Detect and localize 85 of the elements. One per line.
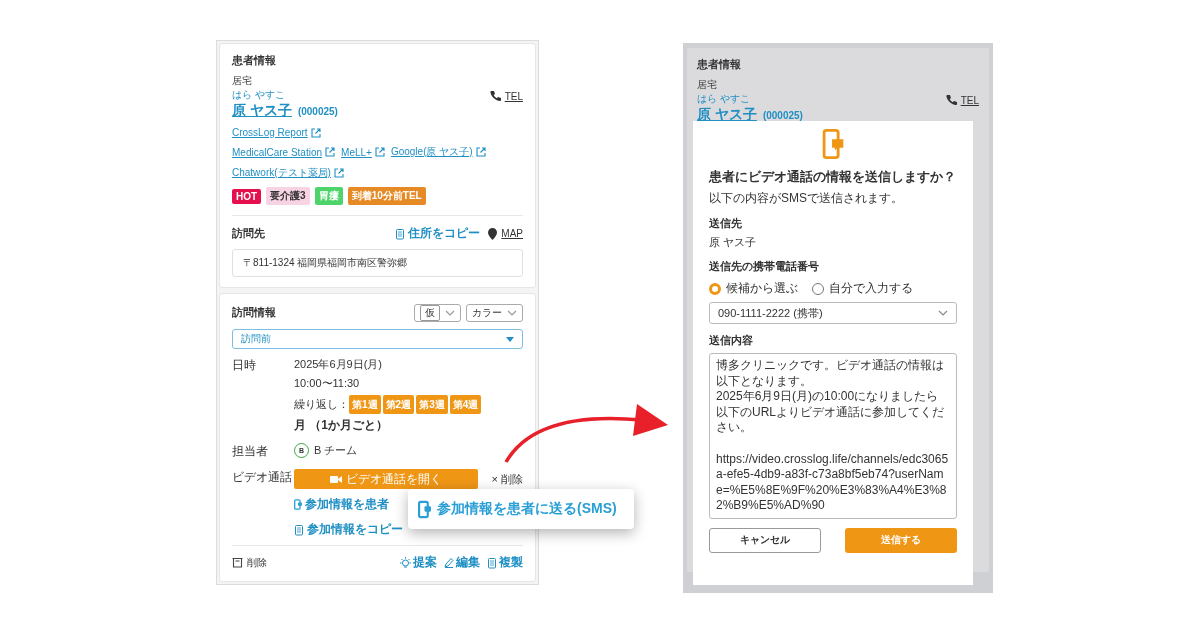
external-link[interactable]: MeLL+ [341,146,372,158]
phone-select[interactable]: 090-1111-2222 (携帯) [709,302,957,324]
external-link-icon [325,147,336,157]
tel-link[interactable]: TEL [504,90,523,102]
repeat-interval: 月 （1か月ごと） [294,417,389,434]
visit-time: 10:00〜11:30 [294,376,361,391]
copy-info-link[interactable]: 参加情報をコピー [307,521,403,538]
visit-date: 2025年6月9日(月) [294,357,384,372]
patient-kana: はら やすこ [697,92,751,106]
duplicate-link[interactable]: 複製 [499,554,523,571]
send-button[interactable]: 送信する [845,527,957,553]
send-info-link[interactable]: 参加情報を患者 [305,496,389,513]
phone-icon [489,90,501,102]
external-link[interactable]: Chatwork(テスト薬局) [232,166,331,180]
repeat-label: 繰り返し： [294,397,349,412]
section-title: 患者情報 [697,58,742,72]
copy-icon [395,227,406,240]
phone-icon [945,94,957,106]
copy-icon [294,523,304,536]
delete-video-link[interactable]: × 削除 [491,471,523,487]
external-link-icon [374,147,385,157]
field-label: 日時 [232,357,257,374]
residence-label: 居宅 [232,74,253,88]
map-link[interactable]: MAP [501,228,523,239]
radio-label[interactable]: 候補から選ぶ [726,280,798,297]
trash-icon [232,557,243,568]
status-select[interactable]: 訪問前 [232,329,523,349]
delete-link[interactable]: 削除 [247,555,267,570]
patient-name-link[interactable]: 原 ヤス子 [697,106,757,124]
phone-send-icon [418,499,431,519]
phone-chat-icon [822,129,844,159]
edit-link[interactable]: 編集 [456,554,480,571]
week-tag: 第2週 [382,395,415,414]
phone-send-icon [294,499,302,510]
week-tag: 第1週 [349,395,381,414]
field-label: ビデオ通話 [232,469,293,486]
section-title: 患者情報 [232,54,277,68]
recipient-name: 原 ヤス子 [709,235,758,250]
section-title: 訪問先 [232,226,265,241]
patient-name-link[interactable]: 原 ヤス子 [232,102,292,120]
external-link-icon [333,168,344,178]
field-label: 担当者 [232,443,269,460]
chevron-down-icon [507,310,517,316]
field-label: 送信先 [709,216,743,231]
chevron-down-icon [938,310,948,316]
copy-icon [487,556,497,569]
pencil-icon [444,557,454,568]
week-tag: 第4週 [449,395,482,414]
tag: 到着10分前TEL [347,187,426,205]
tag: HOT [232,188,262,204]
section-title: 訪問情報 [232,306,276,320]
external-link[interactable]: Google(原 ヤス子) [390,145,473,159]
chevron-down-icon [445,310,455,316]
color-select[interactable]: カラー [466,304,523,322]
open-video-button[interactable]: ビデオ通話を開く [294,469,478,489]
external-link[interactable]: CrossLog Report [232,127,308,138]
radio-label[interactable]: 自分で入力する [829,280,913,297]
tentative-select[interactable]: 仮 [414,304,461,322]
dialog-subtitle: 以下の内容がSMSで送信されます。 [709,190,904,207]
map-pin-icon [488,227,498,240]
send-sms-tooltip[interactable]: 参加情報を患者に送る(SMS) [408,489,634,529]
external-link-icon [475,147,486,157]
tag: 要介護3 [266,187,310,205]
tag: 胃瘻 [314,187,343,205]
address-field: 〒811-1324 福岡県福岡市南区警弥郷 [232,249,523,277]
dialog-title: 患者にビデオ通話の情報を送信しますか？ [709,168,957,186]
patient-kana: はら やすこ [232,88,286,102]
field-label: 送信内容 [709,333,754,348]
patient-id: (000025) [762,109,803,121]
video-camera-icon [330,474,342,484]
copy-address-link[interactable]: 住所をコピー [408,225,481,242]
suggest-link[interactable]: 提案 [413,554,437,571]
external-link[interactable]: MedicalCare Station [232,146,323,158]
dropdown-arrow-icon [506,336,514,342]
staff-name: B チーム [314,443,358,458]
patient-id: (000025) [297,105,338,117]
tel-link[interactable]: TEL [960,94,979,106]
cancel-button[interactable]: キャンセル [709,527,821,553]
message-field[interactable]: 博多クリニックです。ビデオ通話の情報は以下となります。 2025年6月9日(月)の10:00になりましたら以下のURLよりビデオ通話に参加してください。 https://video.crosslog.life/channels/edc3065a-efe5-4db9-a83f-c73a8bf5eb74?userName=%E5%8E%9F%20%E3%83%A4%E3%82%B9%E5%AD%90 [709,353,957,519]
lightbulb-icon [400,556,411,569]
residence-label: 居宅 [697,78,718,92]
radio-button[interactable] [709,282,721,295]
week-tag: 第3週 [416,395,448,414]
external-link-icon [310,127,321,138]
field-label: 送信先の携帯電話番号 [709,259,820,274]
